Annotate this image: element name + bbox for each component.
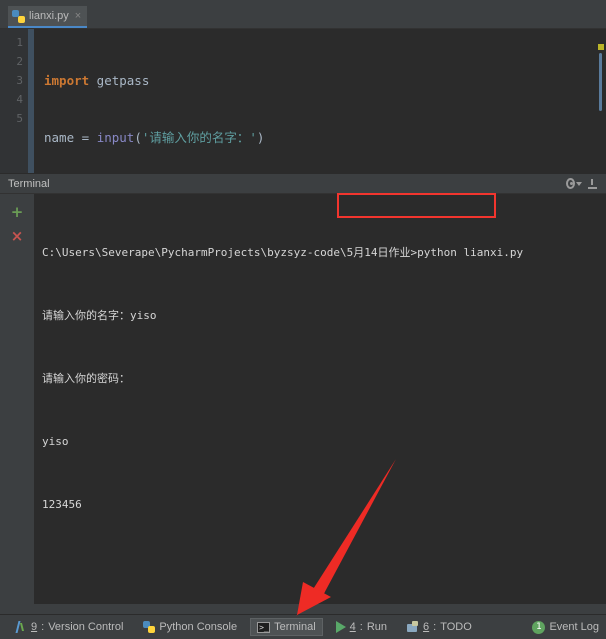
statusbar-label: Run (366, 621, 388, 633)
var-name: name (44, 130, 75, 145)
close-terminal-session-button[interactable]: × (0, 224, 34, 248)
terminal-output-line: yiso (42, 435, 69, 448)
terminal-output-line: 请输入你的密码： (42, 372, 130, 385)
line-number: 4 (16, 93, 23, 106)
terminal-panel-title: Terminal (8, 177, 50, 190)
python-file-icon (12, 9, 25, 23)
line-number-gutter: 1 2 3 4 5 (0, 29, 28, 173)
paren-open: ( (134, 130, 142, 145)
statusbar-item-terminal[interactable]: >_ Terminal (250, 618, 323, 636)
terminal-tool-window-header: Terminal (0, 173, 606, 194)
editor-tab-label: lianxi.py (29, 10, 69, 22)
line-number: 5 (16, 112, 23, 125)
terminal-icon: >_ (257, 621, 271, 633)
statusbar-label: Event Log (549, 621, 599, 633)
statusbar-label: Version Control (48, 621, 124, 633)
line-number: 3 (16, 74, 23, 87)
statusbar-item-run[interactable]: 4: Run (329, 618, 394, 636)
editor-tab-bar: lianxi.py × (0, 0, 606, 29)
terminal-output-line: 123456 (42, 498, 82, 511)
terminal-command-line: C:\Users\Severape\PycharmProjects\byzsyz… (42, 242, 606, 263)
terminal-panel[interactable]: + × C:\Users\Severape\PycharmProjects\by… (0, 194, 606, 604)
code-line-1: import getpass (44, 71, 606, 90)
settings-gear-icon[interactable] (566, 176, 582, 192)
terminal-command: python lianxi.py (417, 246, 524, 259)
statusbar-item-todo[interactable]: 6: TODO (400, 618, 479, 636)
keyword-import: import (44, 73, 90, 88)
hide-panel-icon[interactable] (584, 176, 600, 192)
editor-scrollbar[interactable] (599, 53, 602, 111)
func-input: input (96, 130, 135, 145)
statusbar-shortcut-number: 4 (349, 621, 356, 633)
terminal-output[interactable]: C:\Users\Severape\PycharmProjects\byzsyz… (34, 194, 606, 604)
new-terminal-session-button[interactable]: + (0, 200, 34, 224)
paren-close: ) (256, 130, 265, 145)
statusbar-item-version-control[interactable]: 9: Version Control (8, 618, 130, 636)
statusbar-label: TODO (440, 621, 472, 633)
chevron-down-icon (576, 181, 582, 186)
status-bar: 9: Version Control Python Console >_ Ter… (0, 614, 606, 639)
line-number: 2 (16, 55, 23, 68)
gear-glyph (566, 178, 575, 189)
statusbar-label: Python Console (159, 621, 238, 633)
editor-tab-lianxi-py[interactable]: lianxi.py × (8, 6, 88, 28)
terminal-side-rail: + × (0, 194, 34, 604)
todo-icon (407, 621, 419, 633)
statusbar-label: Terminal (274, 621, 316, 633)
terminal-prompt-path: C:\Users\Severape\PycharmProjects\byzsyz… (42, 246, 418, 259)
editor-warning-marker (598, 44, 604, 50)
code-line-2: name = input('请输入你的名字：') (44, 128, 606, 147)
python-console-icon (143, 621, 156, 633)
terminal-output-line: 请输入你的名字：yiso (42, 309, 157, 322)
code-text-area[interactable]: import getpass name = input('请输入你的名字：') … (34, 29, 606, 173)
statusbar-item-event-log[interactable]: 1 Event Log (525, 618, 606, 637)
string-name-prompt: '请输入你的名字：' (141, 130, 257, 145)
statusbar-shortcut-number: 6 (423, 621, 430, 633)
statusbar-shortcut-number: 9 (31, 621, 38, 633)
close-icon[interactable]: × (73, 10, 81, 22)
code-editor[interactable]: 1 2 3 4 5 import getpass name = input('请… (0, 29, 606, 173)
version-control-icon (15, 621, 27, 633)
line-number: 1 (16, 36, 23, 49)
statusbar-sep: : (433, 621, 437, 633)
module-getpass: getpass (89, 73, 150, 88)
statusbar-sep: : (41, 621, 45, 633)
event-log-icon: 1 (532, 620, 546, 634)
statusbar-item-python-console[interactable]: Python Console (136, 618, 244, 636)
run-icon (335, 621, 346, 633)
statusbar-sep: : (359, 621, 363, 633)
assign-operator: = (74, 130, 97, 145)
minimize-glyph (587, 178, 597, 189)
